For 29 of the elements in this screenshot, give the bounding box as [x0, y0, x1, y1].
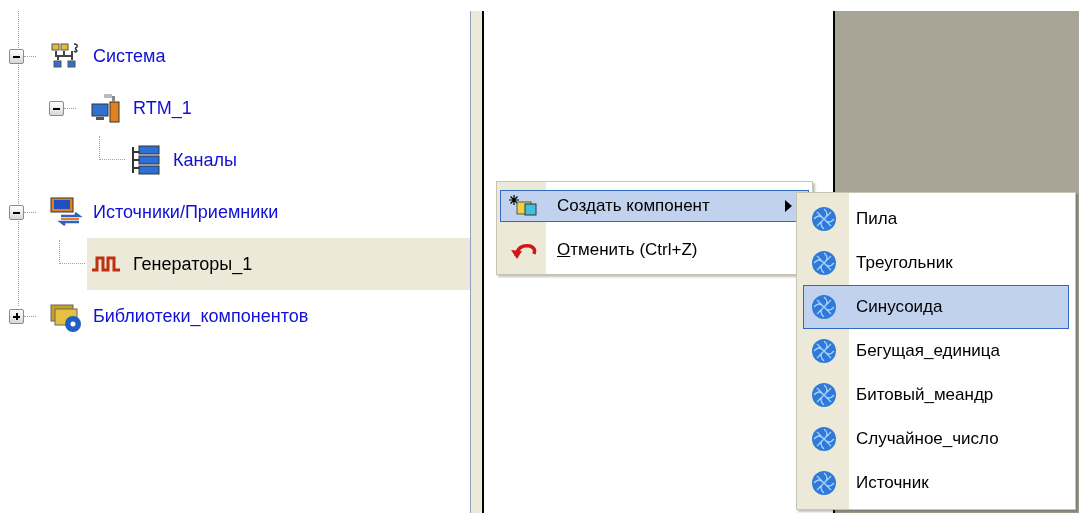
expander-toggle[interactable]	[49, 100, 64, 116]
tree-item[interactable]: RTM_1	[87, 82, 470, 134]
sphere-icon	[811, 426, 837, 452]
expander-toggle[interactable]	[9, 204, 24, 220]
sphere-icon	[811, 250, 837, 276]
menu-item[interactable]: Бегущая_единица	[803, 329, 1069, 373]
computer-factory-icon	[90, 92, 122, 124]
menu-item[interactable]: Создать компонент	[500, 190, 809, 222]
channel-list-icon	[130, 144, 162, 176]
sphere-icon	[811, 382, 837, 408]
menu-item[interactable]: Источник	[803, 461, 1069, 505]
tree-item[interactable]: Генераторы_1	[87, 238, 470, 290]
menu-item[interactable]: Случайное_число	[803, 417, 1069, 461]
sphere-icon	[811, 470, 837, 496]
sphere-icon	[811, 294, 837, 320]
tree-item[interactable]: Библиотеки_компонентов	[47, 290, 470, 342]
sphere-icon	[811, 338, 837, 364]
tree-item[interactable]: Система	[47, 30, 470, 82]
expander-toggle[interactable]	[9, 308, 24, 324]
menu-item[interactable]: Битовый_меандр	[803, 373, 1069, 417]
splitter[interactable]	[470, 11, 484, 513]
tree-item[interactable]: Источники/Приемники	[47, 186, 470, 238]
sphere-icon	[811, 206, 837, 232]
monitor-arrows-icon	[49, 196, 83, 228]
new-component-icon	[509, 194, 539, 218]
expander-toggle[interactable]	[9, 48, 24, 64]
menu-item[interactable]: Синусоида	[803, 285, 1069, 329]
square-wave-icon	[90, 254, 122, 274]
tree-item[interactable]: Каналы	[127, 134, 470, 186]
